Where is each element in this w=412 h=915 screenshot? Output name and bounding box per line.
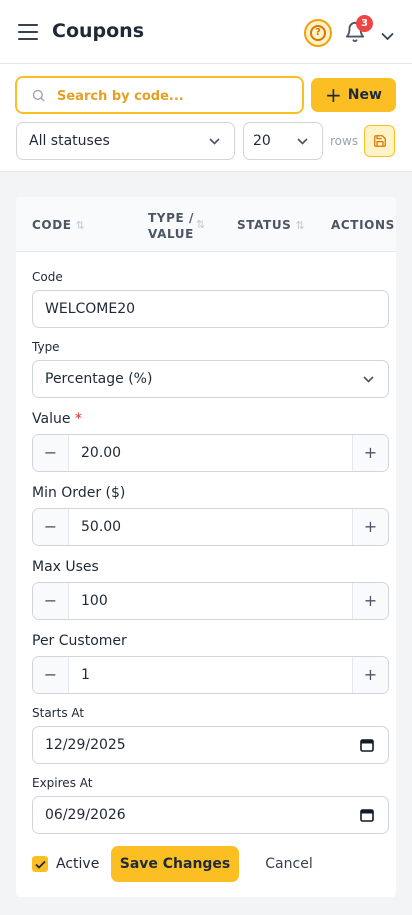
chevron-down-icon — [297, 138, 308, 145]
decrement-button[interactable]: − — [33, 583, 69, 619]
active-checkbox[interactable] — [32, 856, 48, 872]
max-uses-label: Max Uses — [32, 559, 99, 575]
new-button-label: New — [347, 87, 382, 103]
page-title: Coupons — [52, 20, 145, 42]
toolbar: + New All statuses 20 rows — [0, 64, 412, 172]
status-filter-value: All statuses — [29, 133, 110, 149]
code-input[interactable]: WELCOME20 — [32, 290, 389, 328]
column-header-actions: ACTIONS — [331, 218, 395, 232]
search-icon — [32, 89, 45, 102]
cancel-button[interactable]: Cancel — [254, 846, 324, 882]
increment-button[interactable]: + — [352, 509, 388, 545]
floppy-disk-icon — [373, 135, 386, 147]
help-button[interactable]: ? — [304, 19, 332, 47]
decrement-button[interactable]: − — [33, 657, 69, 693]
min-order-field[interactable]: 50.00 — [81, 519, 121, 535]
chevron-down-icon — [363, 376, 374, 383]
code-label: Code — [32, 270, 63, 284]
column-header-status[interactable]: STATUS ⇅ — [237, 218, 305, 232]
per-customer-label: Per Customer — [32, 633, 127, 649]
column-header-type-value[interactable]: TYPE / VALUE — [148, 210, 194, 242]
sort-icon: ⇅ — [75, 219, 86, 232]
sort-icon: ⇅ — [295, 219, 306, 232]
increment-button[interactable]: + — [352, 657, 388, 693]
status-filter-select[interactable]: All statuses — [16, 122, 235, 160]
chevron-down-icon[interactable] — [381, 26, 395, 41]
app-header: Coupons ? 3 — [0, 0, 412, 64]
sort-icon: ⇅ — [196, 218, 206, 231]
chevron-down-icon — [209, 138, 220, 145]
calendar-icon[interactable] — [360, 808, 374, 822]
value-field[interactable]: 20.00 — [81, 445, 121, 461]
coupons-card: CODE ⇅ TYPE / VALUE ⇅ STATUS ⇅ ACTIONS Code… — [16, 197, 396, 897]
min-order-label: Min Order ($) — [32, 485, 126, 501]
rows-per-page-select[interactable]: 20 — [243, 122, 323, 160]
decrement-button[interactable]: − — [33, 435, 69, 471]
per-customer-stepper[interactable]: − 1 + — [32, 656, 389, 694]
search-box[interactable] — [15, 76, 304, 114]
save-changes-button[interactable]: Save Changes — [111, 846, 239, 882]
active-label: Active — [56, 856, 100, 872]
table-header: CODE ⇅ TYPE / VALUE ⇅ STATUS ⇅ ACTIONS — [16, 197, 396, 252]
save-view-button[interactable] — [364, 125, 395, 157]
min-order-stepper[interactable]: − 50.00 + — [32, 508, 389, 546]
search-input[interactable] — [57, 86, 297, 106]
menu-icon[interactable] — [18, 24, 38, 40]
max-uses-stepper[interactable]: − 100 + — [32, 582, 389, 620]
rows-label: rows — [330, 134, 359, 148]
rows-per-page-value: 20 — [253, 133, 271, 149]
starts-at-label: Starts At — [32, 706, 85, 720]
help-icon: ? — [310, 25, 326, 41]
new-coupon-button[interactable]: + New — [311, 78, 396, 112]
type-label: Type — [32, 340, 60, 354]
value-stepper[interactable]: − 20.00 + — [32, 434, 389, 472]
type-select[interactable]: Percentage (%) — [32, 360, 389, 398]
max-uses-field[interactable]: 100 — [81, 593, 108, 609]
increment-button[interactable]: + — [352, 583, 388, 619]
calendar-icon[interactable] — [360, 738, 374, 752]
notification-badge: 3 — [356, 15, 373, 32]
increment-button[interactable]: + — [352, 435, 388, 471]
column-header-code[interactable]: CODE ⇅ — [32, 218, 85, 232]
expires-at-input[interactable]: 06/29/2026 — [32, 796, 389, 834]
starts-at-input[interactable]: 12/29/2025 — [32, 726, 389, 764]
check-icon — [34, 860, 46, 869]
plus-icon: + — [325, 83, 342, 107]
value-label: Value * — [32, 411, 82, 427]
expires-at-label: Expires At — [32, 776, 93, 790]
per-customer-field[interactable]: 1 — [81, 667, 90, 683]
decrement-button[interactable]: − — [33, 509, 69, 545]
